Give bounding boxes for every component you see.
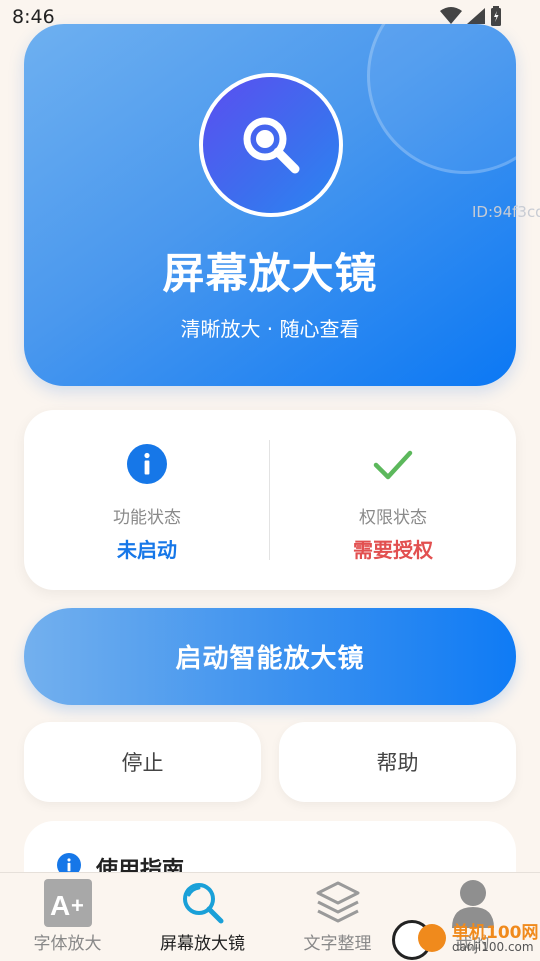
feature-status-label: 功能状态 xyxy=(113,508,181,528)
battery-icon xyxy=(491,6,501,26)
info-icon xyxy=(127,444,167,484)
stop-button[interactable]: 停止 xyxy=(24,722,261,802)
permission-status-label: 权限状态 xyxy=(359,508,427,528)
wifi-icon xyxy=(440,7,462,24)
tab-label: 字体放大 xyxy=(33,934,102,954)
svg-text:A: A xyxy=(50,890,70,921)
signal-icon xyxy=(467,8,485,24)
app-logo xyxy=(199,73,343,217)
magnifier-icon xyxy=(243,117,300,174)
tab-text-organize[interactable]: 文字整理 xyxy=(270,873,405,961)
start-magnifier-button[interactable]: 启动智能放大镜 xyxy=(24,608,516,705)
check-icon xyxy=(373,444,413,484)
tab-label: 文字整理 xyxy=(303,934,372,954)
svg-text:+: + xyxy=(71,893,84,918)
watermark-id: ID:94f3cd xyxy=(472,203,540,221)
permission-status-value: 需要授权 xyxy=(353,538,433,562)
tab-label: 屏幕放大镜 xyxy=(160,934,245,954)
site-watermark: 单机100网 danji100.com xyxy=(390,916,540,960)
status-card: 功能状态 未启动 权限状态 需要授权 xyxy=(24,410,516,590)
layers-icon xyxy=(313,878,363,928)
font-size-icon: A + xyxy=(43,878,93,928)
feature-status: 功能状态 未启动 xyxy=(24,410,270,590)
watermark-site-url: danji100.com xyxy=(452,940,534,954)
help-button[interactable]: 帮助 xyxy=(279,722,516,802)
app-subtitle: 清晰放大 · 随心查看 xyxy=(180,317,360,341)
decorative-ring xyxy=(367,24,516,174)
tab-font-size[interactable]: A + 字体放大 xyxy=(0,873,135,961)
permission-status: 权限状态 需要授权 xyxy=(270,410,516,590)
status-icons xyxy=(440,6,502,26)
feature-status-value: 未启动 xyxy=(117,538,177,562)
tab-screen-magnifier[interactable]: 屏幕放大镜 xyxy=(135,873,270,961)
app-title: 屏幕放大镜 xyxy=(162,249,378,298)
magnifier-icon xyxy=(178,878,228,928)
hero-card: 屏幕放大镜 清晰放大 · 随心查看 xyxy=(24,24,516,386)
status-time: 8:46 xyxy=(12,6,55,28)
watermark-logo-icon xyxy=(418,924,446,952)
